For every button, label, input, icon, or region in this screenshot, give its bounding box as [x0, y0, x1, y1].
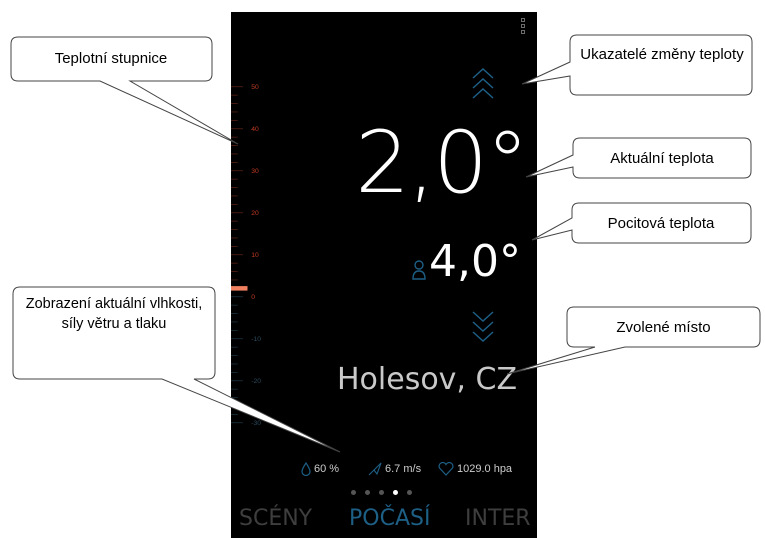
selected-location[interactable]: Holesov, CZ	[337, 362, 517, 397]
scale-tick-label: 40	[251, 126, 259, 133]
scale-tick-label: 30	[251, 168, 259, 175]
page-indicator[interactable]	[351, 490, 412, 495]
nav-tab-weather[interactable]: POČASÍ	[349, 506, 430, 531]
page-dot[interactable]	[407, 490, 412, 495]
nav-tab-scenes[interactable]: SCÉNY	[239, 506, 312, 531]
page-dot[interactable]	[393, 490, 398, 495]
pressure-heart-icon	[438, 462, 454, 476]
page-dot[interactable]	[379, 490, 384, 495]
person-icon	[412, 260, 426, 280]
scale-tick-label: 10	[251, 252, 259, 259]
temperature-rising-chevrons-icon	[472, 67, 494, 99]
callout-scale-text: Teplotní stupnice	[54, 50, 168, 67]
wind-value: 6.7 m/s	[385, 463, 422, 475]
current-temperature: 2,0°	[355, 113, 529, 213]
wind-stat: 6.7 m/s	[368, 462, 421, 476]
feels-like-temperature: 4,0°	[429, 236, 521, 287]
temperature-falling-chevrons-icon	[472, 311, 494, 343]
scale-tick-label: 50	[251, 84, 259, 91]
callout-feels-text: Pocitová teplota	[607, 215, 715, 232]
page-dot[interactable]	[351, 490, 356, 495]
page-dot[interactable]	[365, 490, 370, 495]
callout-change-text: Ukazatelé změny teploty	[580, 46, 744, 63]
nav-tab-inter[interactable]: INTER	[465, 506, 531, 531]
humidity-value: 60 %	[314, 463, 340, 475]
callout-location-text: Zvolené místo	[616, 319, 711, 336]
droplet-icon	[301, 462, 311, 476]
pressure-value: 1029.0 hpa	[457, 463, 513, 475]
scale-tick-label: 20	[251, 210, 259, 217]
wind-arrow-icon	[368, 462, 382, 476]
callout-stats-text: Zobrazení aktuální vlhkosti, síly větru …	[25, 296, 203, 333]
humidity-stat: 60 %	[301, 462, 339, 476]
callout-current-text: Aktuální teplota	[610, 150, 714, 167]
pressure-stat: 1029.0 hpa	[438, 462, 512, 476]
weather-app-screen: 50 40 30 20 10 0 -10 -20 -30 2,0° 4,0° Holesov, …	[231, 12, 537, 538]
